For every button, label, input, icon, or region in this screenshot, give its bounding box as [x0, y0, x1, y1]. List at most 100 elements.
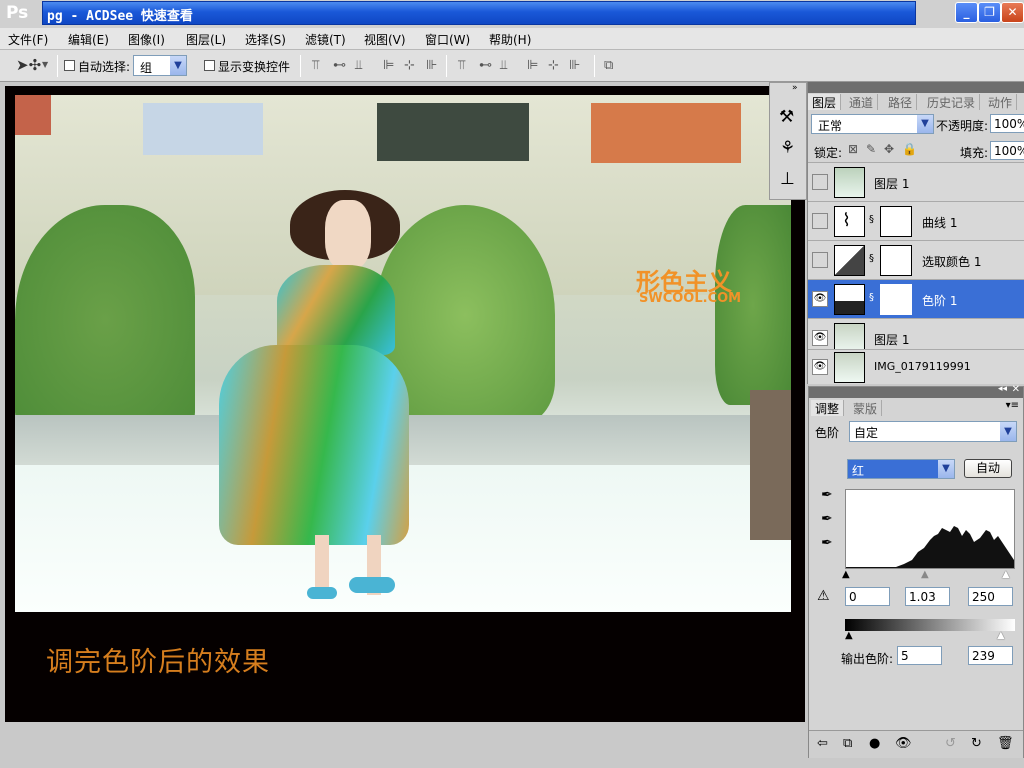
distribute-bottom-icon[interactable]: ⫫	[500, 58, 507, 73]
align-top-icon[interactable]: ⫪	[312, 58, 319, 73]
expand-view-icon[interactable]: ⧉	[843, 736, 852, 751]
auto-button[interactable]: 自动	[964, 459, 1012, 478]
stamp-icon[interactable]: ⊥	[780, 169, 795, 189]
layer-row[interactable]: 👁 IMG_0179119991	[808, 349, 1024, 384]
clip-to-layer-icon[interactable]: ●	[869, 736, 880, 751]
move-tool-icon[interactable]: ➤✣	[16, 56, 41, 74]
menu-help[interactable]: 帮助(H)	[489, 31, 531, 48]
tab-paths[interactable]: 路径	[884, 94, 918, 110]
photo-canvas[interactable]: 形色主义 SWCOOL.COM	[15, 95, 791, 612]
visibility-toggle[interactable]	[812, 174, 828, 190]
menu-edit[interactable]: 编辑(E)	[68, 31, 109, 48]
distribute-vcenter-icon[interactable]: ⊷	[479, 58, 492, 73]
menu-filter[interactable]: 滤镜(T)	[305, 31, 346, 48]
layer-row-active[interactable]: 👁 § 色阶 1	[808, 279, 1024, 318]
output-black-field[interactable]: 5	[897, 646, 942, 665]
title-bar: Ps pg - ACDSee 快速查看 _ ❐ ✕	[0, 0, 1024, 28]
title-strip: pg - ACDSee 快速查看	[42, 1, 916, 25]
menu-select[interactable]: 选择(S)	[245, 31, 286, 48]
histogram	[845, 489, 1015, 569]
tab-channels[interactable]: 通道	[845, 94, 879, 110]
visibility-toggle[interactable]	[812, 213, 828, 229]
distribute-left-icon[interactable]: ⊫	[527, 58, 538, 73]
curves-adjustment-icon: ⌇	[834, 206, 865, 237]
menu-file[interactable]: 文件(F)	[8, 31, 48, 48]
white-eyedropper-icon[interactable]: ✒	[821, 535, 833, 551]
back-arrow-icon[interactable]: ⇦	[817, 736, 828, 751]
input-white-field[interactable]: 250	[968, 587, 1013, 606]
input-gamma-field[interactable]: 1.03	[905, 587, 950, 606]
brush-presets-icon[interactable]: ⚒	[779, 107, 794, 127]
reset-icon[interactable]: ↻	[971, 736, 982, 751]
menu-view[interactable]: 视图(V)	[364, 31, 406, 48]
align-right-icon[interactable]: ⊪	[426, 58, 437, 73]
lock-paint-icon[interactable]: ✎	[866, 142, 876, 156]
auto-align-layers-icon[interactable]: ⧉	[604, 58, 613, 73]
menu-image[interactable]: 图像(I)	[128, 31, 165, 48]
panel-header: ◂◂ ✕	[809, 384, 1023, 398]
align-bottom-icon[interactable]: ⫫	[355, 58, 362, 73]
output-white-field[interactable]: 239	[968, 646, 1013, 665]
auto-select-label: 自动选择:	[78, 60, 131, 74]
output-gradient	[845, 619, 1015, 631]
distribute-right-icon[interactable]: ⊪	[569, 58, 580, 73]
eye-icon[interactable]: 👁	[812, 359, 828, 375]
output-black-slider[interactable]: ▲	[845, 630, 853, 641]
distribute-top-icon[interactable]: ⫪	[458, 58, 465, 73]
layer-row[interactable]: ⌇ § 曲线 1	[808, 201, 1024, 240]
fill-input[interactable]: 100%	[990, 141, 1024, 160]
collapse-icon[interactable]: ◂◂	[998, 384, 1007, 394]
align-vcenter-icon[interactable]: ⊷	[333, 58, 346, 73]
blend-mode-dropdown[interactable]: 正常 ▼	[811, 114, 934, 134]
trash-icon[interactable]: 🗑	[997, 736, 1014, 751]
input-black-field[interactable]: 0	[845, 587, 890, 606]
lock-position-icon[interactable]: ✥	[884, 142, 894, 156]
close-button[interactable]: ✕	[1001, 2, 1024, 23]
clipping-warning-icon[interactable]: ⚠	[817, 588, 830, 604]
menu-layer[interactable]: 图层(L)	[186, 31, 226, 48]
layer-row[interactable]: 图层 1	[808, 162, 1024, 201]
visibility-toggle[interactable]	[812, 252, 828, 268]
align-hcenter-icon[interactable]: ⊹	[404, 58, 415, 73]
tab-actions[interactable]: 动作	[984, 94, 1018, 110]
gray-eyedropper-icon[interactable]: ✒	[821, 511, 833, 527]
input-black-slider[interactable]: ▲	[842, 569, 850, 580]
output-levels-label: 输出色阶:	[841, 652, 894, 666]
opacity-input[interactable]: 100%	[990, 114, 1024, 133]
channel-dropdown[interactable]: 红 ▼	[847, 459, 955, 479]
tab-adjustments[interactable]: 调整	[811, 400, 845, 416]
tab-layers[interactable]: 图层	[808, 94, 842, 110]
preset-dropdown[interactable]: 自定 ▼	[849, 421, 1017, 442]
input-white-slider[interactable]: ▲	[1002, 569, 1010, 580]
visibility-icon[interactable]: 👁	[895, 736, 912, 751]
show-transform-checkbox[interactable]	[204, 60, 215, 71]
auto-select-dropdown[interactable]: 组 ▼	[133, 55, 187, 76]
collapse-icon[interactable]: »	[792, 83, 798, 93]
view-previous-icon[interactable]: ↺	[945, 736, 956, 751]
tab-masks[interactable]: 蒙版	[849, 400, 883, 416]
black-eyedropper-icon[interactable]: ✒	[821, 487, 833, 503]
restore-button[interactable]: ❐	[978, 2, 1001, 23]
tool-preset-arrow-icon[interactable]: ▼	[42, 60, 48, 69]
distribute-hcenter-icon[interactable]: ⊹	[548, 58, 559, 73]
align-left-icon[interactable]: ⊫	[383, 58, 394, 73]
auto-select-checkbox[interactable]	[64, 60, 75, 71]
selective-color-icon	[834, 245, 865, 276]
output-white-slider[interactable]: ▲	[997, 630, 1005, 641]
layer-thumbnail	[834, 352, 865, 383]
tab-history[interactable]: 历史记录	[923, 94, 981, 110]
eye-icon[interactable]: 👁	[812, 330, 828, 346]
minimize-button[interactable]: _	[955, 2, 978, 23]
eye-icon[interactable]: 👁	[812, 291, 828, 307]
panel-menu-icon[interactable]: ▾≡	[1006, 400, 1019, 411]
blend-mode-value: 正常	[818, 119, 843, 133]
menu-window[interactable]: 窗口(W)	[425, 31, 470, 48]
lock-all-icon[interactable]: 🔒	[902, 142, 917, 156]
girl-leg-left	[315, 535, 329, 595]
clone-source-icon[interactable]: ⚘	[780, 138, 795, 158]
layer-row[interactable]: § 选取颜色 1	[808, 240, 1024, 279]
lock-transparent-icon[interactable]: ⊠	[848, 142, 858, 156]
close-icon[interactable]: ✕	[1012, 384, 1020, 395]
tree-left	[15, 205, 195, 435]
input-gamma-slider[interactable]: ▲	[921, 569, 929, 580]
